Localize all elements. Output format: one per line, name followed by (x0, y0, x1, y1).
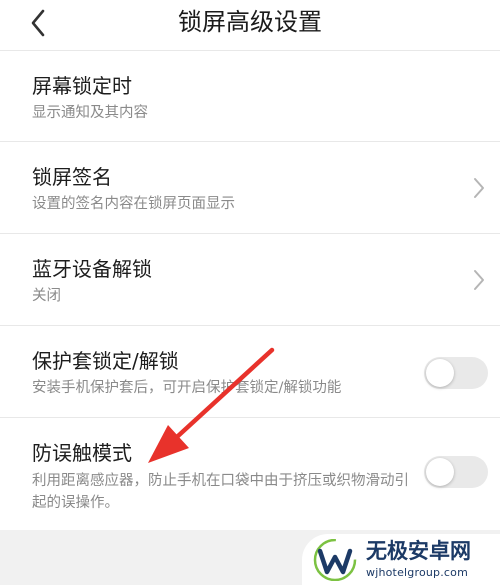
watermark-url: wjhotelgroup.com (366, 566, 469, 579)
setting-title: 蓝牙设备解锁 (32, 257, 152, 281)
title-bar: 锁屏高级设置 (0, 0, 500, 46)
case-lock-toggle[interactable] (424, 357, 488, 389)
watermark-name: 无极安卓网 (366, 539, 471, 563)
setting-subtitle: 安装手机保护套后，可开启保护套锁定/解锁功能 (32, 380, 342, 396)
setting-bluetooth-unlock[interactable]: 蓝牙设备解锁 关闭 (0, 234, 500, 326)
toggle-knob (426, 359, 454, 387)
chevron-right-icon (474, 178, 484, 198)
setting-title: 锁屏签名 (32, 165, 112, 189)
setting-subtitle: 利用距离感应器，防止手机在口袋中由于挤压或织物滑动引起的误操作。 (32, 473, 409, 511)
setting-subtitle: 设置的签名内容在锁屏页面显示 (32, 196, 235, 212)
setting-title: 防误触模式 (32, 441, 132, 465)
setting-subtitle: 关闭 (32, 288, 61, 304)
setting-subtitle: 显示通知及其内容 (32, 105, 148, 121)
settings-list: 屏幕锁定时 显示通知及其内容 锁屏签名 设置的签名内容在锁屏页面显示 蓝牙设备解… (0, 50, 500, 528)
setting-lock-screen-signature[interactable]: 锁屏签名 设置的签名内容在锁屏页面显示 (0, 142, 500, 234)
toggle-knob (426, 458, 454, 486)
watermark-logo-icon (313, 539, 357, 581)
setting-lock-screen-time[interactable]: 屏幕锁定时 显示通知及其内容 (0, 50, 500, 142)
watermark: 无极安卓网 wjhotelgroup.com (302, 534, 500, 585)
setting-anti-mistouch: 防误触模式 利用距离感应器，防止手机在口袋中由于挤压或织物滑动引起的误操作。 (0, 418, 500, 528)
setting-case-lock: 保护套锁定/解锁 安装手机保护套后，可开启保护套锁定/解锁功能 (0, 326, 500, 418)
setting-title: 屏幕锁定时 (32, 74, 132, 98)
setting-title: 保护套锁定/解锁 (32, 349, 179, 373)
page-title: 锁屏高级设置 (178, 8, 322, 36)
anti-mistouch-toggle[interactable] (424, 456, 488, 488)
chevron-right-icon (474, 270, 484, 290)
